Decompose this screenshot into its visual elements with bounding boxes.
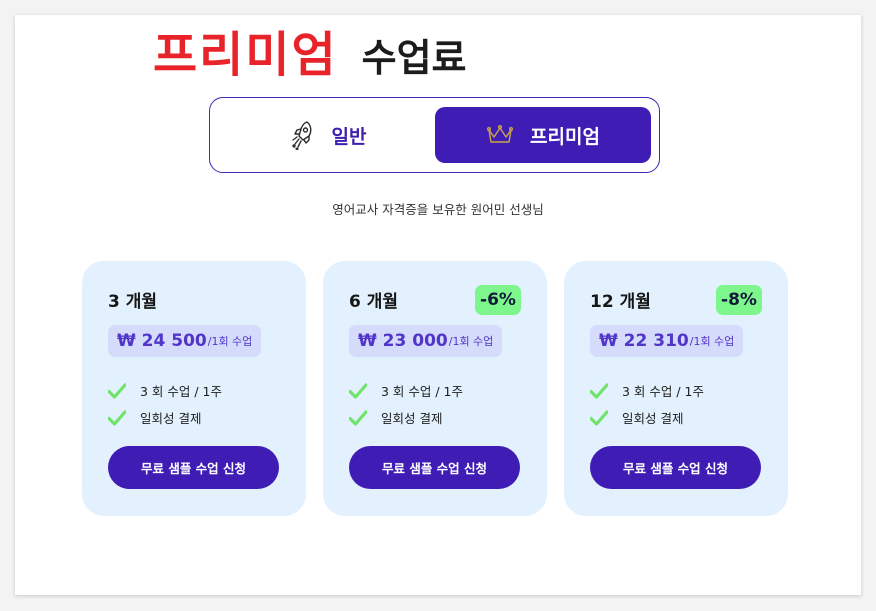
feature-text: 3 회 수업 / 1주 (140, 384, 223, 399)
plan-title: 6 개월 (349, 292, 399, 312)
page-title-accent: 프리미엄 (153, 27, 338, 83)
price-pill: ₩ 22 310/1회 수업 (590, 325, 744, 357)
free-trial-button[interactable]: 무료 샘플 수업 신청 (349, 446, 520, 489)
feature-text: 3 회 수업 / 1주 (622, 384, 705, 399)
feature-item: 3 회 수업 / 1주 (349, 377, 463, 404)
page-title: 프리미엄 수업료 (153, 15, 467, 85)
feature-item: 일회성 결제 (590, 404, 704, 431)
price-value: ₩ 23 000 (358, 331, 448, 351)
price-unit: /1회 수업 (448, 335, 494, 348)
feature-item: 일회성 결제 (108, 404, 222, 431)
discount-badge: -6% (475, 285, 521, 315)
free-trial-button[interactable]: 무료 샘플 수업 신청 (108, 446, 279, 489)
plan-title: 12 개월 (590, 292, 651, 312)
price-pill: ₩ 23 000/1회 수업 (349, 325, 503, 357)
plan-title: 3 개월 (108, 292, 158, 312)
price-value: ₩ 24 500 (117, 331, 207, 351)
check-icon (108, 409, 126, 426)
feature-text: 3 회 수업 / 1주 (381, 384, 464, 399)
feature-item: 일회성 결제 (349, 404, 463, 431)
toggle-option-premium[interactable]: 프리미엄 (435, 107, 651, 163)
toggle-option-basic-label: 일반 (331, 125, 367, 148)
toggle-option-basic[interactable]: 일반 (220, 107, 436, 163)
feature-list: 3 회 수업 / 1주 일회성 결제 (349, 377, 463, 431)
rocket-icon (290, 120, 316, 150)
crown-icon (486, 124, 514, 146)
price-unit: /1회 수업 (689, 335, 735, 348)
check-icon (108, 382, 126, 399)
feature-item: 3 회 수업 / 1주 (590, 377, 704, 404)
toggle-option-premium-label: 프리미엄 (530, 125, 600, 148)
price-pill: ₩ 24 500/1회 수업 (108, 325, 262, 357)
discount-badge: -8% (716, 285, 762, 315)
feature-text: 일회성 결제 (622, 411, 684, 426)
check-icon (590, 382, 608, 399)
check-icon (590, 409, 608, 426)
pricing-page: 프리미엄 수업료 일반 프리미엄 영어교사 자격증을 보유한 원어민 선생님 3… (15, 15, 861, 595)
check-icon (349, 409, 367, 426)
subtitle: 영어교사 자격증을 보유한 원어민 선생님 (332, 202, 544, 217)
plan-card-6-months: 6 개월 -6% ₩ 23 000/1회 수업 3 회 수업 / 1주 일회성 … (323, 261, 547, 516)
feature-item: 3 회 수업 / 1주 (108, 377, 222, 404)
price-unit: /1회 수업 (207, 335, 253, 348)
page-title-rest: 수업료 (361, 36, 467, 80)
feature-text: 일회성 결제 (381, 411, 443, 426)
feature-text: 일회성 결제 (140, 411, 202, 426)
free-trial-button[interactable]: 무료 샘플 수업 신청 (590, 446, 761, 489)
price-value: ₩ 22 310 (599, 331, 689, 351)
plan-card-3-months: 3 개월 ₩ 24 500/1회 수업 3 회 수업 / 1주 일회성 결제 무… (82, 261, 306, 516)
plan-type-toggle: 일반 프리미엄 (209, 97, 660, 173)
check-icon (349, 382, 367, 399)
feature-list: 3 회 수업 / 1주 일회성 결제 (108, 377, 222, 431)
plan-card-12-months: 12 개월 -8% ₩ 22 310/1회 수업 3 회 수업 / 1주 일회성… (564, 261, 788, 516)
feature-list: 3 회 수업 / 1주 일회성 결제 (590, 377, 704, 431)
